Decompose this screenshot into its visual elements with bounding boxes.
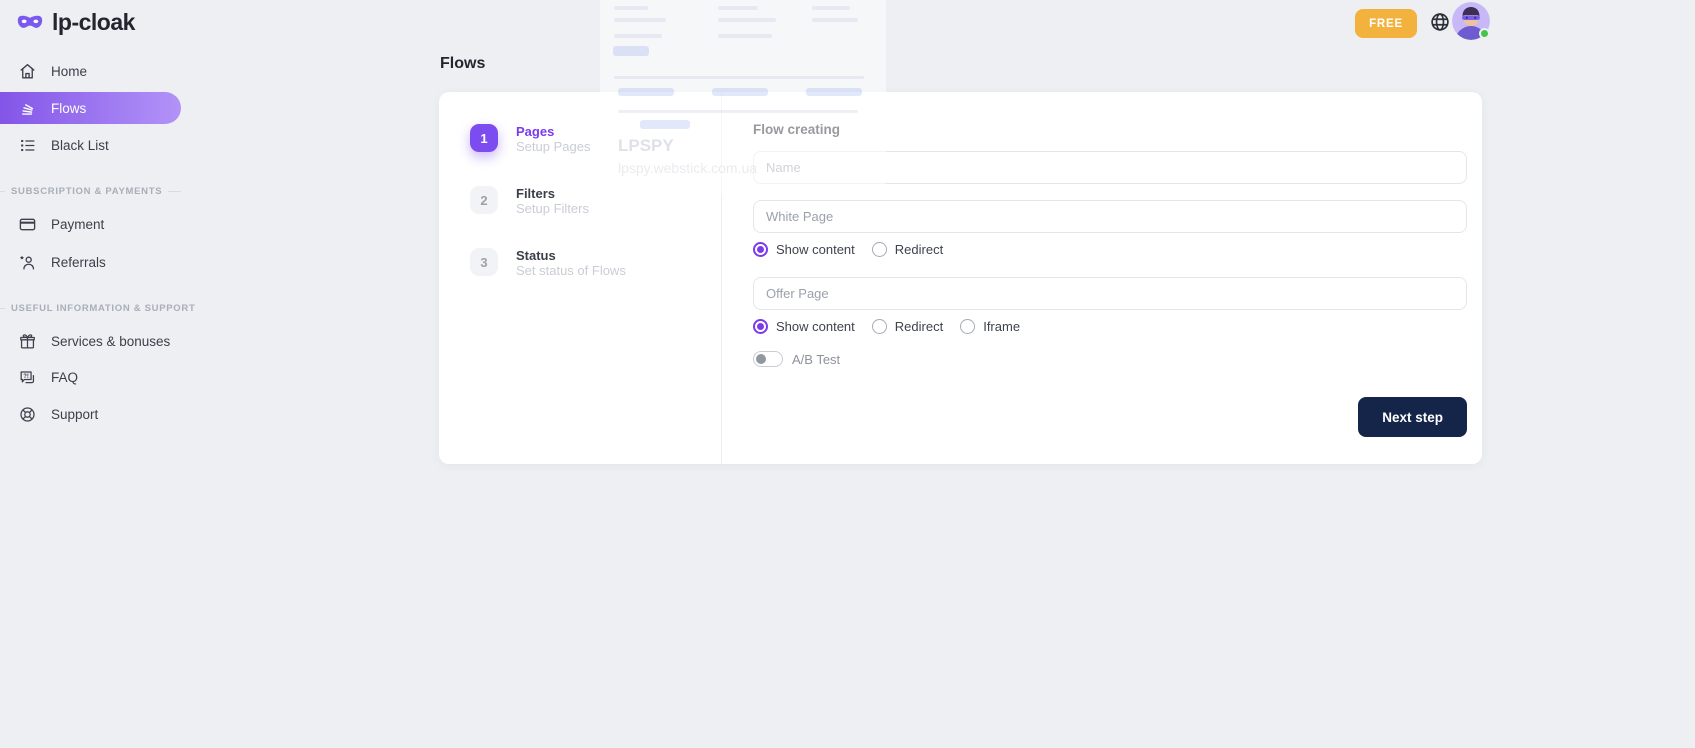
white-show-content-radio[interactable]: Show content [753, 242, 855, 257]
sidebar-item-label: Flows [51, 101, 86, 116]
app-title: lp-cloak [52, 9, 135, 36]
flow-creating-card: 1 Pages Setup Pages 2 Filters Setup Filt… [439, 92, 1482, 464]
gift-icon [18, 332, 37, 351]
referrals-icon [18, 253, 37, 272]
radio-label: Show content [776, 242, 855, 257]
radio-icon [960, 319, 975, 334]
form-title: Flow creating [753, 122, 1467, 138]
radio-icon [753, 242, 768, 257]
radio-label: Show content [776, 319, 855, 334]
sidebar-item-label: Black List [51, 138, 109, 153]
step-pages[interactable]: 1 Pages Setup Pages [470, 124, 590, 155]
blacklist-icon [18, 136, 37, 155]
step-number: 3 [470, 248, 498, 276]
card-divider [721, 92, 722, 464]
step-subtitle: Setup Filters [516, 201, 589, 217]
white-page-input[interactable] [753, 200, 1467, 233]
offer-page-mode-options: Show content Redirect Iframe [753, 319, 1467, 334]
plan-free-badge[interactable]: FREE [1355, 9, 1417, 38]
svg-text:?!: ?! [23, 373, 29, 379]
radio-label: Redirect [895, 242, 943, 257]
sidebar-item-payment[interactable]: Payment [0, 209, 181, 239]
ab-test-toggle-row[interactable]: A/B Test [753, 351, 1467, 367]
offer-redirect-radio[interactable]: Redirect [872, 319, 943, 334]
sidebar-item-label: FAQ [51, 370, 78, 385]
sidebar-item-support[interactable]: Support [0, 399, 181, 429]
radio-icon [872, 242, 887, 257]
flows-icon [18, 99, 37, 118]
faq-icon: ?! [18, 368, 37, 387]
sidebar-item-flows[interactable]: Flows [0, 92, 181, 124]
sidebar-item-label: Referrals [51, 255, 106, 270]
sidebar: lp-cloak Home Flows Black List [0, 0, 200, 748]
radio-icon [872, 319, 887, 334]
sidebar-item-label: Support [51, 407, 98, 422]
offer-show-content-radio[interactable]: Show content [753, 319, 855, 334]
step-subtitle: Setup Pages [516, 139, 590, 155]
page-title: Flows [440, 55, 485, 73]
sidebar-section-header: USEFUL INFORMATION & SUPPORT [0, 301, 181, 315]
flow-form: Flow creating Show content Redirect Show… [753, 92, 1467, 367]
step-filters[interactable]: 2 Filters Setup Filters [470, 186, 589, 217]
ab-test-label: A/B Test [792, 352, 840, 367]
step-number: 2 [470, 186, 498, 214]
app-logo[interactable]: lp-cloak [16, 9, 135, 36]
sidebar-item-black-list[interactable]: Black List [0, 130, 181, 160]
sidebar-item-referrals[interactable]: Referrals [0, 247, 181, 277]
sidebar-section-header: SUBSCRIPTION & PAYMENTS [0, 184, 181, 198]
next-step-button[interactable]: Next step [1358, 397, 1467, 437]
language-globe-icon[interactable] [1429, 11, 1451, 33]
sidebar-item-label: Services & bonuses [51, 334, 170, 349]
ab-test-toggle[interactable] [753, 351, 783, 367]
mask-logo-icon [16, 11, 44, 35]
sidebar-item-label: Payment [51, 217, 104, 232]
white-page-mode-options: Show content Redirect [753, 242, 1467, 257]
step-status[interactable]: 3 Status Set status of Flows [470, 248, 626, 279]
step-title: Filters [516, 186, 589, 201]
sidebar-item-services-bonuses[interactable]: Services & bonuses [0, 326, 181, 356]
white-redirect-radio[interactable]: Redirect [872, 242, 943, 257]
home-icon [18, 62, 37, 81]
step-subtitle: Set status of Flows [516, 263, 626, 279]
payment-icon [18, 215, 37, 234]
sidebar-item-label: Home [51, 64, 87, 79]
toggle-knob [756, 354, 766, 364]
sidebar-item-faq[interactable]: ?! FAQ [0, 362, 181, 392]
radio-label: Redirect [895, 319, 943, 334]
support-icon [18, 405, 37, 424]
radio-icon [753, 319, 768, 334]
step-title: Status [516, 248, 626, 263]
radio-label: Iframe [983, 319, 1020, 334]
offer-iframe-radio[interactable]: Iframe [960, 319, 1020, 334]
online-status-dot [1479, 28, 1490, 39]
step-number: 1 [470, 124, 498, 152]
offer-page-input[interactable] [753, 277, 1467, 310]
name-input[interactable] [753, 151, 1467, 184]
sidebar-item-home[interactable]: Home [0, 56, 181, 86]
step-title: Pages [516, 124, 590, 139]
